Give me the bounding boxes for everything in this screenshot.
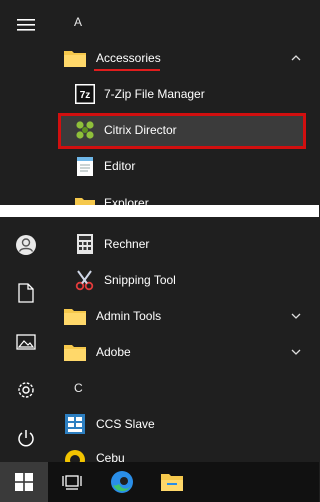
app-list[interactable]: A Accessories 7z 7-Zip File Manager Citr…	[52, 0, 319, 462]
app-cebu-label: Cebu	[96, 451, 125, 462]
hamburger-menu-button[interactable]	[0, 3, 52, 47]
sevenzip-icon: 7z	[72, 81, 98, 107]
letter-c-label: C	[74, 381, 83, 395]
folder-adobe-label: Adobe	[96, 345, 131, 359]
folder-admin-tools-label: Admin Tools	[96, 309, 162, 323]
chevron-down-icon[interactable]	[289, 309, 303, 323]
pictures-icon	[16, 334, 36, 350]
ccs-slave-icon	[62, 411, 88, 437]
settings-button[interactable]	[0, 368, 52, 412]
user-avatar-icon	[16, 235, 36, 255]
app-explorer-label: Explorer	[104, 196, 149, 205]
redaction-band	[0, 205, 319, 217]
taskbar	[0, 462, 319, 502]
cebu-icon	[62, 447, 88, 462]
app-ccs-slave-label: CCS Slave	[96, 417, 155, 431]
app-7zip-label: 7-Zip File Manager	[104, 87, 205, 101]
edge-browser-icon	[111, 471, 133, 493]
letter-header-c[interactable]: C	[52, 370, 319, 406]
app-snipping-tool[interactable]: Snipping Tool	[52, 262, 319, 298]
folder-adobe[interactable]: Adobe	[52, 334, 319, 370]
app-rechner-label: Rechner	[104, 237, 150, 251]
notepad-icon	[72, 153, 98, 179]
folder-accessories-label: Accessories	[96, 51, 161, 65]
folder-icon	[62, 339, 88, 365]
documents-button[interactable]	[0, 271, 52, 315]
windows-logo-icon	[15, 473, 33, 491]
file-explorer-taskbar-button[interactable]	[148, 462, 196, 502]
annotation-underline	[94, 69, 160, 71]
folder-icon	[62, 303, 88, 329]
start-rail	[0, 0, 52, 462]
chevron-down-icon[interactable]	[289, 345, 303, 359]
app-cebu[interactable]: Cebu	[52, 442, 319, 462]
pictures-button[interactable]	[0, 320, 52, 364]
document-icon	[18, 283, 34, 303]
hamburger-icon	[17, 19, 35, 31]
letter-header-a[interactable]: A	[52, 4, 319, 40]
scissors-icon	[72, 267, 98, 293]
folder-icon	[62, 45, 88, 71]
file-explorer-icon	[72, 192, 98, 205]
user-account-button[interactable]	[0, 223, 52, 267]
gear-icon	[18, 382, 34, 398]
app-rechner[interactable]: Rechner	[52, 226, 319, 262]
folder-admin-tools[interactable]: Admin Tools	[52, 298, 319, 334]
power-button[interactable]	[0, 416, 52, 460]
file-explorer-icon	[161, 474, 183, 491]
power-icon	[18, 430, 34, 447]
task-view-button[interactable]	[48, 462, 96, 502]
folder-accessories[interactable]: Accessories	[52, 40, 319, 76]
app-7zip[interactable]: 7z 7-Zip File Manager	[52, 76, 319, 112]
app-citrix-director-label: Citrix Director	[104, 123, 177, 137]
task-view-icon	[62, 475, 82, 490]
citrix-director-icon	[72, 117, 98, 143]
app-explorer[interactable]: Explorer	[52, 184, 319, 205]
sevenzip-glyph: 7z	[80, 90, 91, 101]
app-citrix-director[interactable]: Citrix Director	[52, 112, 319, 148]
app-snipping-tool-label: Snipping Tool	[104, 273, 176, 287]
chevron-up-icon[interactable]	[289, 51, 303, 65]
calculator-icon	[72, 231, 98, 257]
edge-browser-button[interactable]	[98, 462, 146, 502]
app-editor-label: Editor	[104, 159, 136, 173]
app-editor[interactable]: Editor	[52, 148, 319, 184]
app-ccs-slave[interactable]: CCS Slave	[52, 406, 319, 442]
letter-a-label: A	[74, 15, 83, 29]
start-button[interactable]	[0, 462, 48, 502]
